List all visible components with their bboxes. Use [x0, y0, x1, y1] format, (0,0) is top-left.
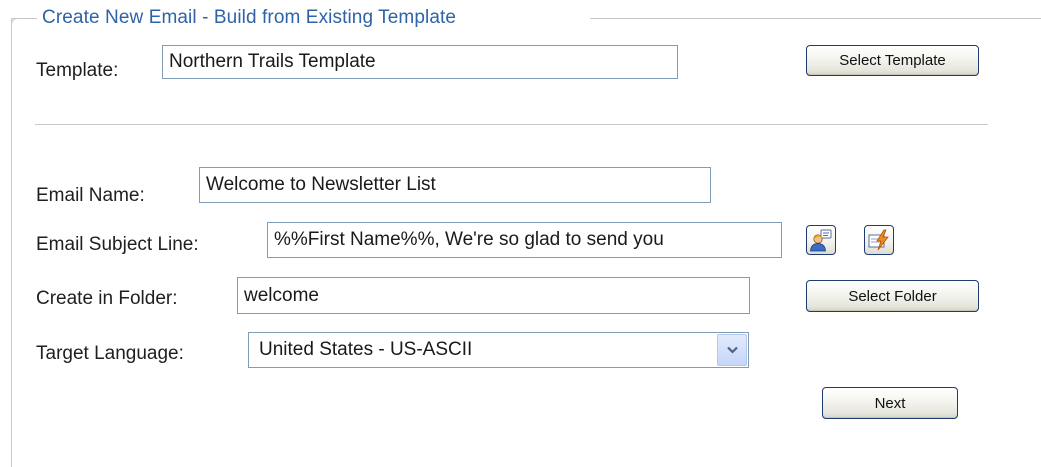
section-divider: [35, 124, 988, 125]
template-field[interactable]: [162, 45, 678, 79]
target-language-select[interactable]: United States - US-ASCII: [248, 332, 749, 368]
next-button[interactable]: Next: [822, 387, 958, 419]
email-name-label: Email Name:: [36, 185, 145, 206]
subject-field[interactable]: [267, 222, 782, 258]
next-button-label: Next: [874, 394, 906, 412]
section-border-top: [12, 18, 37, 19]
dynamic-content-icon: [868, 229, 889, 251]
select-folder-button[interactable]: Select Folder: [806, 280, 979, 312]
personalization-string-icon: [810, 229, 832, 252]
section-border-top: [590, 18, 1041, 19]
subject-label: Email Subject Line:: [36, 234, 199, 255]
email-name-field[interactable]: [199, 167, 711, 203]
personalization-string-button[interactable]: [806, 225, 836, 255]
select-template-button-label: Select Template: [839, 52, 946, 69]
folder-field[interactable]: [237, 277, 750, 314]
folder-label: Create in Folder:: [36, 288, 178, 309]
section-border-left: [11, 18, 12, 467]
section-legend: Create New Email - Build from Existing T…: [42, 7, 457, 28]
section-border-corner: [11, 18, 20, 27]
select-folder-button-label: Select Folder: [848, 287, 937, 305]
select-template-button[interactable]: Select Template: [806, 45, 979, 76]
chevron-down-icon: [727, 346, 738, 354]
dropdown-arrow-button[interactable]: [717, 334, 747, 366]
dynamic-content-button[interactable]: [864, 225, 894, 255]
target-language-value: United States - US-ASCII: [259, 339, 473, 360]
template-label: Template:: [36, 60, 119, 81]
language-label: Target Language:: [36, 343, 184, 364]
